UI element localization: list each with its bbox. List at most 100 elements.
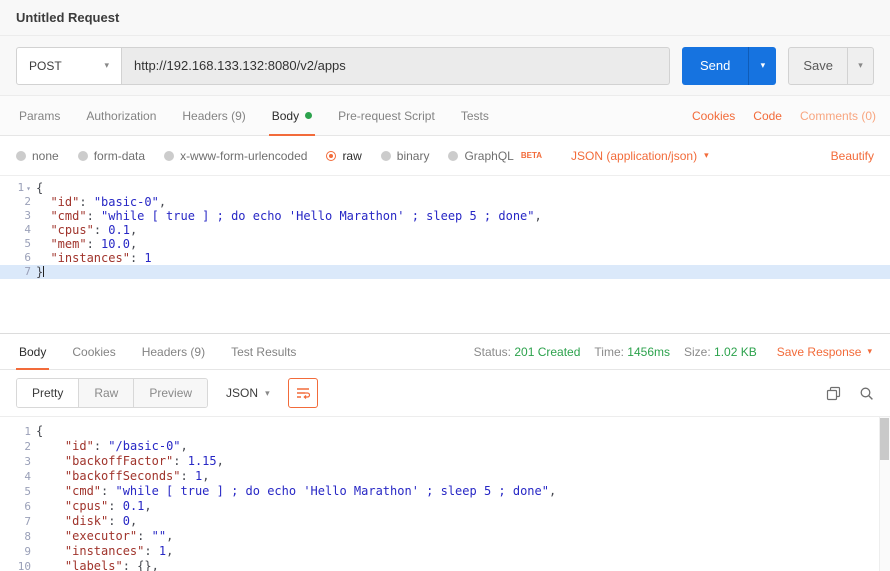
save-response-button[interactable]: Save Response ▾ <box>777 345 872 359</box>
response-scrollbar[interactable] <box>879 417 890 571</box>
view-preview[interactable]: Preview <box>134 379 207 407</box>
code-text: "labels": {}, <box>36 559 890 571</box>
line-number: 1 <box>0 424 36 439</box>
copy-button[interactable] <box>826 386 841 401</box>
send-button[interactable]: Send ▾ <box>682 47 776 85</box>
code-line-3[interactable]: 3 "cmd": "while [ true ] ; do echo 'Hell… <box>0 209 890 223</box>
tab-params[interactable]: Params <box>6 96 73 135</box>
body-content-dot <box>305 112 312 119</box>
code-line-6[interactable]: 6 "instances": 1 <box>0 251 890 265</box>
view-switcher: Pretty Raw Preview <box>16 378 208 408</box>
code-text: "cmd": "while [ true ] ; do echo 'Hello … <box>36 209 890 223</box>
response-type-select[interactable]: JSON ▾ <box>220 378 276 408</box>
code-text: "mem": 10.0, <box>36 237 890 251</box>
request-body-editor[interactable]: 1▾{2 "id": "basic-0",3 "cmd": "while [ t… <box>0 176 890 333</box>
code-line-8[interactable]: 8 "executor": "", <box>0 529 890 544</box>
url-input[interactable] <box>122 47 670 85</box>
tab-headers[interactable]: Headers (9) <box>169 96 258 135</box>
scrollbar-thumb[interactable] <box>880 418 889 460</box>
copy-icon <box>826 386 841 401</box>
view-raw[interactable]: Raw <box>79 379 134 407</box>
tab-authorization[interactable]: Authorization <box>73 96 169 135</box>
line-number: 2 <box>0 439 36 454</box>
tab-pre-request-script[interactable]: Pre-request Script <box>325 96 448 135</box>
line-number: 2 <box>0 195 36 209</box>
view-pretty[interactable]: Pretty <box>17 379 79 407</box>
line-number: 7 <box>0 514 36 529</box>
code-line-4[interactable]: 4 "cpus": 0.1, <box>0 223 890 237</box>
code-line-6[interactable]: 6 "cpus": 0.1, <box>0 499 890 514</box>
code-line-1[interactable]: 1{ <box>0 424 890 439</box>
line-number: 3 <box>0 209 36 223</box>
radio-binary[interactable]: binary <box>381 149 430 163</box>
status-value: 201 Created <box>514 345 580 359</box>
line-number: 6 <box>0 499 36 514</box>
radio-none[interactable]: none <box>16 149 59 163</box>
response-toolbar: Pretty Raw Preview JSON ▾ <box>0 370 890 416</box>
save-options-button[interactable]: ▾ <box>847 48 873 84</box>
line-number: 3 <box>0 454 36 469</box>
time-field: Time: 1456ms <box>594 345 670 359</box>
response-section: Body Cookies Headers (9) Test Results St… <box>0 333 890 571</box>
request-tab-links: Cookies Code Comments (0) <box>692 96 884 135</box>
tab-tests[interactable]: Tests <box>448 96 502 135</box>
response-tab-headers[interactable]: Headers (9) <box>129 334 218 369</box>
response-tab-test-results[interactable]: Test Results <box>218 334 309 369</box>
code-line-7[interactable]: 7 "disk": 0, <box>0 514 890 529</box>
code-link[interactable]: Code <box>753 109 782 123</box>
size-value: 1.02 KB <box>714 345 757 359</box>
code-line-5[interactable]: 5 "mem": 10.0, <box>0 237 890 251</box>
radio-raw[interactable]: raw <box>326 149 361 163</box>
time-value: 1456ms <box>627 345 670 359</box>
radio-form-data[interactable]: form-data <box>78 149 145 163</box>
line-number: 8 <box>0 529 36 544</box>
code-text: { <box>36 424 890 439</box>
chevron-down-icon: ▾ <box>104 60 109 71</box>
send-options-button[interactable]: ▾ <box>748 47 776 85</box>
cookies-link[interactable]: Cookies <box>692 109 735 123</box>
response-body-editor[interactable]: 1{2 "id": "/basic-0",3 "backoffFactor": … <box>0 416 890 571</box>
response-tab-cookies[interactable]: Cookies <box>59 334 128 369</box>
request-bar: POST ▾ Send ▾ Save ▾ <box>0 36 890 96</box>
code-line-2[interactable]: 2 "id": "/basic-0", <box>0 439 890 454</box>
fold-caret-icon[interactable]: ▾ <box>26 184 31 193</box>
code-line-9[interactable]: 9 "instances": 1, <box>0 544 890 559</box>
code-line-10[interactable]: 10 "labels": {}, <box>0 559 890 571</box>
code-text: "cmd": "while [ true ] ; do echo 'Hello … <box>36 484 890 499</box>
code-line-2[interactable]: 2 "id": "basic-0", <box>0 195 890 209</box>
request-tabs: Params Authorization Headers (9) Body Pr… <box>0 96 890 136</box>
status-field: Status: 201 Created <box>474 345 581 359</box>
code-line-1[interactable]: 1▾{ <box>0 181 890 195</box>
method-value: POST <box>29 59 62 73</box>
size-field: Size: 1.02 KB <box>684 345 757 359</box>
code-text: "instances": 1, <box>36 544 890 559</box>
search-button[interactable] <box>859 386 874 401</box>
chevron-down-icon: ▾ <box>761 60 766 71</box>
line-number: 10 <box>0 559 36 571</box>
chevron-down-icon: ▾ <box>858 60 863 71</box>
line-number: 4 <box>0 223 36 237</box>
comments-link[interactable]: Comments (0) <box>800 109 876 123</box>
content-type-select[interactable]: JSON (application/json) ▾ <box>571 149 709 163</box>
chevron-down-icon: ▾ <box>265 388 270 399</box>
code-text: } <box>36 265 890 279</box>
radio-graphql[interactable]: GraphQL BETA <box>448 149 542 163</box>
code-line-4[interactable]: 4 "backoffSeconds": 1, <box>0 469 890 484</box>
beautify-link[interactable]: Beautify <box>831 149 874 163</box>
code-text: "cpus": 0.1, <box>36 499 890 514</box>
code-line-7[interactable]: 7} <box>0 265 890 279</box>
radio-x-www-form-urlencoded[interactable]: x-www-form-urlencoded <box>164 149 307 163</box>
save-button[interactable]: Save ▾ <box>788 47 874 85</box>
response-tab-body[interactable]: Body <box>6 334 59 369</box>
wrap-text-icon <box>295 385 311 401</box>
radio-icon <box>16 151 26 161</box>
line-number: 4 <box>0 469 36 484</box>
wrap-text-button[interactable] <box>288 378 318 408</box>
tab-body[interactable]: Body <box>259 96 325 135</box>
code-line-5[interactable]: 5 "cmd": "while [ true ] ; do echo 'Hell… <box>0 484 890 499</box>
method-select[interactable]: POST ▾ <box>16 47 122 85</box>
code-line-3[interactable]: 3 "backoffFactor": 1.15, <box>0 454 890 469</box>
response-toolbar-actions <box>826 386 874 401</box>
page-title: Untitled Request <box>16 10 119 25</box>
code-text: { <box>36 181 890 195</box>
